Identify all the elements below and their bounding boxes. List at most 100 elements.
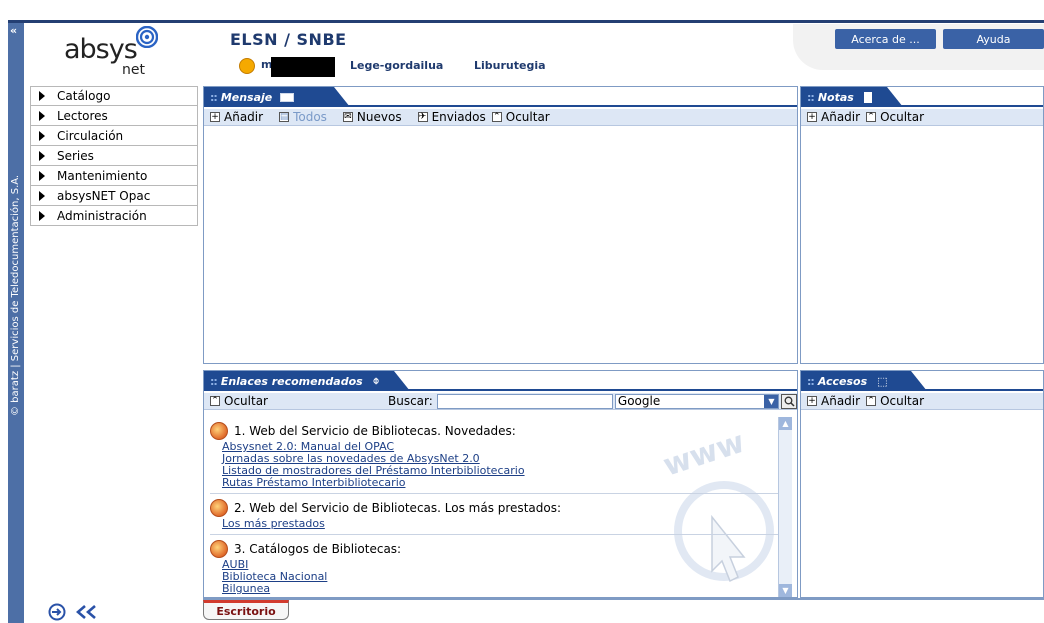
link-section: 1. Web del Servicio de Bibliotecas. Nove…	[210, 417, 784, 494]
link-lege-gordailua[interactable]: Lege-gordailua	[350, 59, 443, 72]
section-title: 1. Web del Servicio de Bibliotecas. Nove…	[234, 424, 516, 438]
expand-arrow-icon	[39, 91, 45, 101]
menu-item-administracion[interactable]: Administración	[30, 206, 198, 226]
help-button[interactable]: Ayuda	[943, 29, 1044, 49]
redacted-user	[271, 57, 335, 77]
home-icon[interactable]	[48, 603, 66, 621]
link-item[interactable]: Biblioteca Nacional	[222, 571, 784, 583]
tab-notas[interactable]: :: Notas	[801, 87, 903, 107]
hide-button[interactable]: ⌃ Ocultar	[866, 394, 924, 408]
scrollbar[interactable]: ▲ ▼	[778, 417, 792, 597]
panel-mensaje: :: Mensaje + Añadir ▤ Todos ✉ Nuevos ✈ Envia…	[203, 86, 798, 364]
attach-icon: ⌽	[372, 374, 380, 387]
menu-item-label: Series	[57, 148, 94, 163]
link-item[interactable]: Bilgunea	[222, 583, 784, 595]
message-tab-icon	[280, 92, 295, 102]
search-engine-select[interactable]: Google ▼	[614, 393, 780, 409]
menu-item-mantenimiento[interactable]: Mantenimiento	[30, 166, 198, 186]
menu-item-label: Catálogo	[57, 89, 111, 103]
panel-notas: :: Notas + Añadir ⌃ Ocultar	[800, 86, 1044, 364]
mensaje-toolbar: + Añadir ▤ Todos ✉ Nuevos ✈ Enviados ⌃ Oculta…	[204, 109, 797, 126]
globe-icon	[210, 422, 228, 440]
about-button[interactable]: Acerca de ...	[835, 29, 936, 49]
header: ELSN / SNBE m Lege-gordailua Liburutegia…	[203, 24, 1044, 78]
filter-all-button[interactable]: ▤ Todos	[279, 110, 327, 124]
page-title: ELSN / SNBE	[230, 30, 347, 49]
filter-new-button[interactable]: ✉ Nuevos	[342, 110, 402, 124]
menu-item-label: Circulación	[57, 128, 124, 143]
enlaces-toolbar: ⌃ Ocultar Buscar: Google ▼	[204, 393, 797, 410]
scroll-down-icon[interactable]: ▼	[779, 584, 792, 597]
hide-button[interactable]: ⌃ Ocultar	[866, 110, 924, 124]
hide-icon: ⌃	[866, 395, 877, 406]
hide-icon: ⌃	[866, 111, 877, 122]
hide-icon: ⌃	[210, 395, 220, 406]
bottom-nav	[48, 602, 108, 622]
search-go-icon[interactable]	[781, 393, 797, 409]
menu-item-absysnet-opac[interactable]: absysNET Opac	[30, 186, 198, 206]
add-button[interactable]: + Añadir	[210, 110, 263, 124]
tab-strip: :: Enlaces recomendados ⌽	[204, 371, 797, 391]
tab-strip: :: Notas	[801, 87, 1043, 107]
tab-label: Enlaces recomendados	[220, 374, 363, 388]
menu-item-label: Mantenimiento	[57, 168, 148, 183]
enlaces-list: 1. Web del Servicio de Bibliotecas. Nove…	[210, 417, 784, 597]
absys-logo-icon	[136, 26, 158, 48]
top-border	[8, 20, 1044, 23]
add-icon: +	[210, 111, 220, 122]
menu-item-label: Lectores	[57, 108, 108, 123]
link-section: 2. Web del Servicio de Bibliotecas. Los …	[210, 494, 784, 535]
logo-word: absys	[64, 34, 138, 65]
filter-sent-button[interactable]: ✈ Enviados	[417, 110, 486, 124]
expand-arrow-icon	[39, 130, 45, 141]
side-strip: « © baratz | Servicios de Teledocumentac…	[8, 20, 24, 623]
add-button[interactable]: + Añadir	[807, 394, 860, 408]
menu-item-lectores[interactable]: Lectores	[30, 106, 198, 126]
hide-button[interactable]: ⌃ Ocultar	[491, 110, 550, 124]
panel-accesos: :: Accesos ⬚ + Añadir ⌃ Ocultar	[800, 370, 1044, 598]
tab-mensaje[interactable]: :: Mensaje	[204, 87, 350, 107]
user-status-icon	[239, 58, 255, 74]
expand-arrow-icon	[39, 190, 45, 201]
menu-item-circulacion[interactable]: Circulación	[30, 126, 198, 146]
section-title: 3. Catálogos de Bibliotecas:	[234, 542, 402, 556]
search-label: Buscar:	[387, 394, 433, 408]
expand-arrow-icon	[39, 170, 45, 181]
footer-line	[203, 598, 1044, 600]
globe-icon	[210, 499, 228, 517]
accesos-toolbar: + Añadir ⌃ Ocultar	[801, 393, 1043, 410]
add-icon: +	[807, 395, 817, 406]
notes-tab-icon	[863, 91, 872, 103]
link-item[interactable]: Rutas Préstamo Interbibliotecario	[222, 477, 784, 489]
chevron-down-icon: ▼	[764, 394, 779, 408]
link-liburutegia[interactable]: Liburutegia	[474, 59, 546, 72]
logo-suffix: net	[122, 62, 145, 78]
main-menu: Catálogo Lectores Circulación Series Man…	[30, 86, 198, 226]
inbox-icon: ▤	[279, 111, 290, 122]
new-icon: ✉	[342, 111, 353, 122]
absys-logo: absys net	[30, 24, 198, 84]
search-input[interactable]	[436, 393, 613, 409]
back-icon[interactable]	[74, 604, 98, 620]
add-button[interactable]: + Añadir	[807, 110, 860, 124]
tab-label: Accesos	[817, 374, 868, 388]
tab-accesos[interactable]: :: Accesos ⬚	[801, 371, 927, 391]
tab-escritorio[interactable]: Escritorio	[203, 600, 289, 620]
sent-icon: ✈	[417, 111, 428, 122]
menu-item-catalogo[interactable]: Catálogo	[30, 86, 198, 106]
link-item[interactable]: Los más prestados	[222, 518, 784, 530]
top-right-bar: Acerca de ... Ayuda	[793, 24, 1044, 70]
tab-enlaces[interactable]: :: Enlaces recomendados ⌽	[204, 371, 410, 391]
tab-strip: :: Accesos ⬚	[801, 371, 1043, 391]
expand-arrow-icon	[39, 110, 45, 121]
hide-button[interactable]: ⌃ Ocultar	[210, 394, 268, 408]
scroll-up-icon[interactable]: ▲	[779, 417, 792, 430]
tab-label: Mensaje	[220, 90, 273, 104]
menu-item-series[interactable]: Series	[30, 146, 198, 166]
tab-strip: :: Mensaje	[204, 87, 797, 107]
expand-arrow-icon	[39, 210, 45, 221]
section-title: 2. Web del Servicio de Bibliotecas. Los …	[234, 501, 561, 515]
tab-label: Notas	[817, 90, 854, 104]
panel-enlaces: :: Enlaces recomendados ⌽ ⌃ Ocultar Busca…	[203, 370, 798, 598]
link-section: 3. Catálogos de Bibliotecas: AUBI Biblio…	[210, 535, 784, 597]
